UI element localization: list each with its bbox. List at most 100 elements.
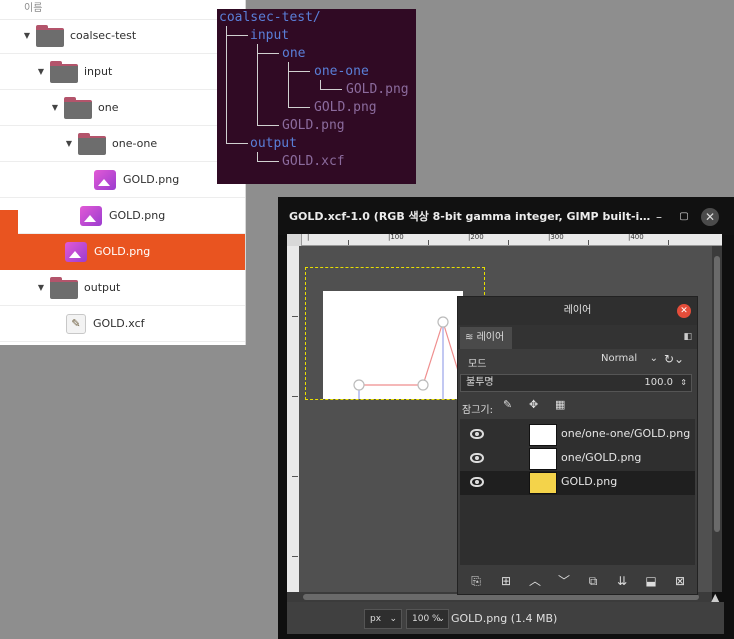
status-info: GOLD.png (1.4 MB) xyxy=(451,612,558,625)
term-gold-png-one: GOLD.png xyxy=(314,100,377,115)
collapse-arrow-icon[interactable]: ▼ xyxy=(62,139,76,148)
tree-row-gold-xcf[interactable]: ✎ GOLD.xcf xyxy=(0,306,245,342)
image-file-icon xyxy=(94,169,116,190)
tab-layers[interactable]: ≋ 레이어 xyxy=(460,327,512,349)
name-column-header[interactable]: 이름 xyxy=(0,0,245,20)
folder-icon xyxy=(50,60,78,83)
status-bar: px ⌄ 100 % ⌄ GOLD.png (1.4 MB) xyxy=(287,602,724,634)
tree-row-gold-png-one[interactable]: GOLD.png xyxy=(0,198,245,234)
image-content xyxy=(323,291,464,399)
layer-thumbnail xyxy=(529,424,557,446)
layer-row[interactable]: one/one-one/GOLD.png xyxy=(460,423,695,447)
tree-row-one[interactable]: ▼ one xyxy=(0,90,245,126)
mode-value: Normal xyxy=(601,353,638,364)
tree-row-one-one[interactable]: ▼ one-one xyxy=(0,126,245,162)
new-group-icon[interactable]: ⊞ xyxy=(498,573,514,589)
zoom-value: 100 % xyxy=(412,614,441,624)
ruler-label: |400 xyxy=(628,233,644,241)
mode-reset-icon[interactable]: ↻⌄ xyxy=(664,352,684,366)
vertical-ruler[interactable] xyxy=(287,246,299,606)
tree-row-gold-png-input[interactable]: GOLD.png xyxy=(0,234,245,270)
layer-name: one/one-one/GOLD.png xyxy=(561,427,691,440)
collapse-arrow-icon[interactable]: ▼ xyxy=(34,283,48,292)
layers-dialog-title: 레이어 xyxy=(563,305,592,316)
vertical-scrollbar[interactable] xyxy=(712,246,722,592)
layers-dialog-titlebar[interactable]: 레이어 ✕ xyxy=(458,297,697,325)
term-one-one: one-one xyxy=(314,64,369,79)
duplicate-layer-icon[interactable]: ⧉ xyxy=(585,573,601,589)
lock-position-icon[interactable]: ✥ xyxy=(529,398,538,411)
opacity-label: 불투명 xyxy=(466,377,494,388)
chevron-down-icon: ⌄ xyxy=(649,353,658,364)
tree-row-coalsec-test[interactable]: ▼ coalsec-test xyxy=(0,18,245,54)
horizontal-ruler[interactable]: | |100 |200 |300 |400 xyxy=(302,233,722,246)
tree-connector xyxy=(257,161,279,162)
tree-row-label: one xyxy=(98,101,119,114)
unit-select[interactable]: px ⌄ xyxy=(364,609,402,629)
collapse-arrow-icon[interactable]: ▼ xyxy=(48,103,62,112)
window-title: GOLD.xcf-1.0 (RGB 색상 8-bit gamma integer… xyxy=(289,210,651,223)
folder-icon xyxy=(78,132,106,155)
tree-row-label: GOLD.png xyxy=(94,245,151,258)
spinner-arrows-icon[interactable]: ⇕ xyxy=(680,375,687,391)
collapse-arrow-icon[interactable]: ▼ xyxy=(34,67,48,76)
term-one: one xyxy=(282,46,306,61)
image-file-icon xyxy=(65,241,87,262)
zoom-select[interactable]: 100 % ⌄ xyxy=(406,609,449,629)
ruler-corner-button[interactable] xyxy=(287,234,302,246)
mask-layer-icon[interactable]: ⬓ xyxy=(643,573,659,589)
close-icon[interactable]: ✕ xyxy=(701,208,719,226)
lock-alpha-icon[interactable]: ▦ xyxy=(555,398,565,411)
visibility-eye-icon[interactable] xyxy=(470,453,484,463)
close-icon[interactable]: ✕ xyxy=(677,304,691,318)
layers-footer: ⎘ ⊞ ︿ ﹀ ⧉ ⇊ ⬓ ⊠ xyxy=(458,567,697,595)
maximize-icon[interactable]: ▢ xyxy=(675,208,693,226)
lower-layer-icon[interactable]: ﹀ xyxy=(556,573,572,589)
ruler-label: |200 xyxy=(468,233,484,241)
tree-row-label: output xyxy=(84,281,121,294)
ruler-label: |100 xyxy=(388,233,404,241)
tab-menu-icon[interactable]: ◧ xyxy=(683,332,692,342)
chevron-down-icon: ⌄ xyxy=(437,614,445,624)
ruler-label: |300 xyxy=(548,233,564,241)
tree-row-label: input xyxy=(84,65,113,78)
visibility-eye-icon[interactable] xyxy=(470,477,484,487)
layer-name: GOLD.png xyxy=(561,475,618,488)
tree-connector xyxy=(288,71,310,72)
tree-row-gold-png-deep[interactable]: GOLD.png xyxy=(0,162,245,198)
tree-connector xyxy=(226,143,248,144)
layer-name: one/GOLD.png xyxy=(561,451,642,464)
tree-connector xyxy=(226,35,248,36)
quick-mask-toggle[interactable] xyxy=(287,592,299,602)
layers-dialog: 레이어 ✕ ≋ 레이어 ◧ 모드 Normal ⌄ ↻⌄ 불투명 100.0 ⇕… xyxy=(457,296,698,595)
lock-pixels-icon[interactable]: ✎ xyxy=(503,398,512,411)
tree-row-output[interactable]: ▼ output xyxy=(0,270,245,306)
tree-connector xyxy=(288,62,289,107)
term-output: output xyxy=(250,136,297,151)
opacity-spinner[interactable]: 불투명 100.0 ⇕ xyxy=(460,374,692,392)
dock-tabbar: ≋ 레이어 ◧ xyxy=(458,325,697,349)
terminal-tree: coalsec-test/ input one one-one GOLD.png… xyxy=(217,9,416,184)
tree-connector xyxy=(288,107,310,108)
layer-row[interactable]: one/GOLD.png xyxy=(460,447,695,471)
delete-layer-icon[interactable]: ⊠ xyxy=(672,573,688,589)
term-gold-png-input: GOLD.png xyxy=(282,118,345,133)
collapse-arrow-icon[interactable]: ▼ xyxy=(20,31,34,40)
visibility-eye-icon[interactable] xyxy=(470,429,484,439)
new-layer-icon[interactable]: ⎘ xyxy=(468,573,484,589)
raise-layer-icon[interactable]: ︿ xyxy=(527,573,543,589)
tree-connector xyxy=(257,53,279,54)
mode-select[interactable]: Normal ⌄ xyxy=(596,351,658,369)
lock-label: 잠그기: xyxy=(462,405,493,416)
folder-icon xyxy=(64,96,92,119)
term-input: input xyxy=(250,28,290,43)
anchor-layer-icon[interactable]: ⇊ xyxy=(614,573,630,589)
layer-thumbnail xyxy=(529,472,557,494)
layer-list: one/one-one/GOLD.png one/GOLD.png GOLD.p… xyxy=(460,419,695,565)
minimize-icon[interactable]: – xyxy=(650,208,668,226)
tree-row-input[interactable]: ▼ input xyxy=(0,54,245,90)
file-manager: 이름 ▼ coalsec-test ▼ input ▼ one ▼ one-on… xyxy=(0,0,246,345)
tree-row-label: one-one xyxy=(112,137,158,150)
layer-row-active[interactable]: GOLD.png xyxy=(460,471,695,495)
tree-connector xyxy=(257,44,258,125)
